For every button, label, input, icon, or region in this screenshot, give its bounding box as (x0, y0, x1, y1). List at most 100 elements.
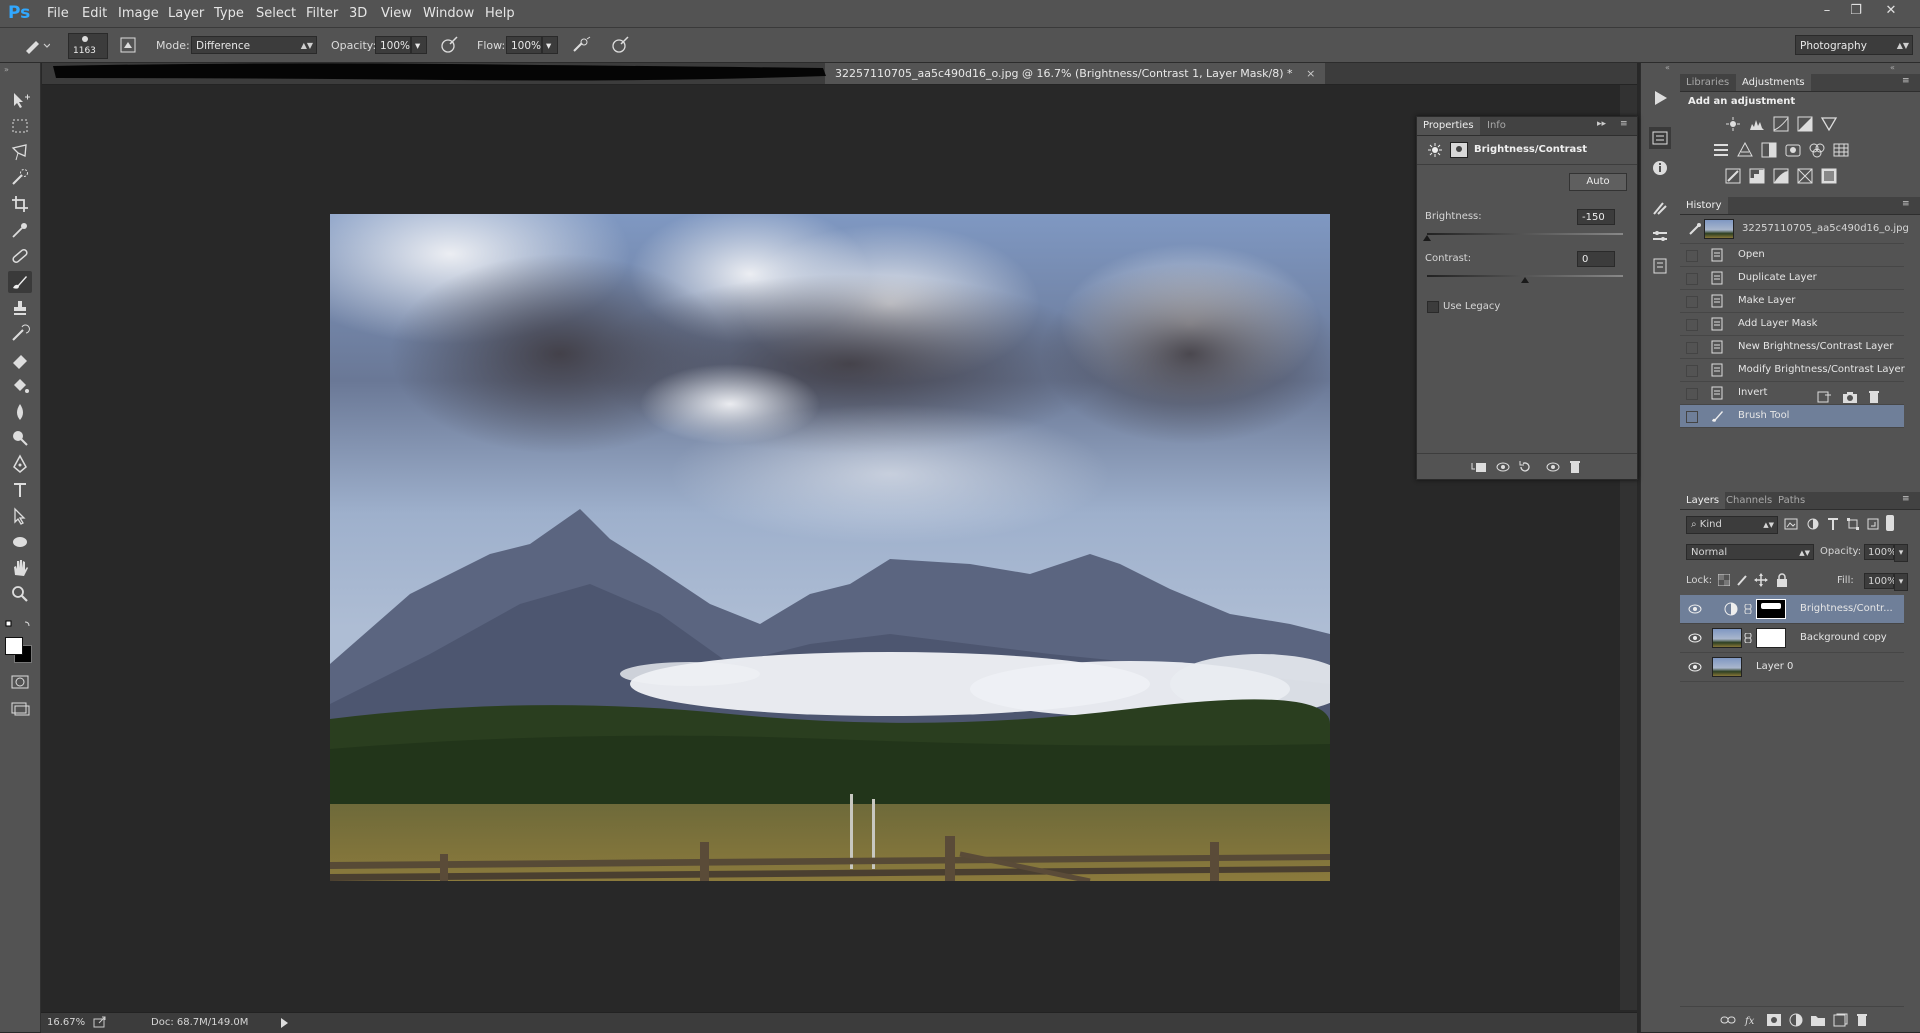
brightness-slider-thumb[interactable] (1423, 235, 1431, 241)
brush-presets-icon[interactable] (1649, 197, 1671, 219)
move-tool-icon[interactable] (8, 89, 32, 111)
history-source-checkbox[interactable] (1686, 250, 1698, 262)
eye-visibility-icon[interactable] (1688, 632, 1702, 644)
quick-mask-icon[interactable] (8, 671, 32, 693)
chevron-down-icon[interactable]: ▾ (1894, 573, 1908, 591)
lock-all-icon[interactable] (1776, 573, 1788, 587)
marquee-tool-icon[interactable] (8, 115, 32, 137)
actions-play-icon[interactable] (1649, 87, 1671, 109)
airbrush-icon[interactable] (570, 35, 592, 55)
brightness-input[interactable]: -150 (1577, 209, 1615, 225)
eye-visibility-icon[interactable] (1688, 603, 1702, 615)
fill-input[interactable]: 100% (1864, 573, 1897, 589)
hue-saturation-adjustment-icon[interactable] (1712, 142, 1730, 158)
history-step[interactable]: Modify Brightness/Contrast Layer (1680, 359, 1905, 382)
posterize-adjustment-icon[interactable] (1748, 168, 1766, 184)
history-step[interactable]: Make Layer (1680, 290, 1904, 313)
blend-mode-dropdown[interactable]: Normal ▲▼ (1686, 544, 1814, 560)
filter-type-layers-icon[interactable] (1826, 517, 1840, 531)
quick-selection-tool-icon[interactable] (8, 167, 32, 189)
filter-toggle-switch[interactable] (1886, 515, 1894, 531)
clip-to-layer-icon[interactable] (1471, 460, 1487, 474)
channel-mixer-adjustment-icon[interactable] (1808, 142, 1826, 158)
chain-link-icon[interactable] (1744, 604, 1752, 614)
history-source-checkbox[interactable] (1686, 411, 1698, 423)
use-legacy-checkbox[interactable] (1427, 301, 1439, 313)
dodge-tool-icon[interactable] (8, 427, 32, 449)
gradient-map-adjustment-icon[interactable] (1820, 168, 1838, 184)
default-colors-icon[interactable] (5, 619, 33, 631)
panel-menu-icon[interactable]: ≡ (1902, 76, 1910, 86)
tab-channels[interactable]: Channels (1720, 492, 1778, 509)
close-tab-icon[interactable]: × (1306, 67, 1315, 80)
brush-tool-icon[interactable] (8, 271, 32, 293)
brush-size-picker[interactable]: 1163 (68, 33, 108, 59)
menu-image[interactable]: Image (118, 5, 159, 23)
blur-tool-icon[interactable] (8, 401, 32, 423)
minimize-button[interactable]: – (1814, 2, 1840, 20)
menu-help[interactable]: Help (485, 5, 515, 23)
hand-tool-icon[interactable] (8, 557, 32, 579)
paint-bucket-tool-icon[interactable] (8, 375, 32, 397)
menu-layer[interactable]: Layer (168, 5, 204, 23)
brush-preset-icon[interactable] (22, 35, 50, 55)
chain-link-icon[interactable] (1744, 633, 1752, 643)
tab-adjustments[interactable]: Adjustments (1736, 74, 1811, 91)
healing-brush-tool-icon[interactable] (8, 245, 32, 267)
ellipse-tool-icon[interactable] (8, 531, 32, 553)
history-source-checkbox[interactable] (1686, 365, 1698, 377)
lock-transparent-pixels-icon[interactable] (1718, 574, 1730, 586)
layer-mask-icon[interactable] (1450, 142, 1468, 158)
tab-layers[interactable]: Layers (1680, 492, 1726, 509)
share-icon[interactable] (93, 1016, 107, 1028)
contrast-slider-thumb[interactable] (1521, 277, 1529, 283)
history-step[interactable]: Open (1680, 244, 1904, 267)
view-previous-state-icon[interactable] (1495, 460, 1511, 474)
invert-adjustment-icon[interactable] (1724, 168, 1742, 184)
layer-row[interactable]: Brightness/Contr... (1680, 595, 1904, 624)
history-source-checkbox[interactable] (1686, 296, 1698, 308)
selective-color-adjustment-icon[interactable] (1796, 168, 1814, 184)
delete-layer-trash-icon[interactable] (1854, 1013, 1870, 1027)
restore-button[interactable]: ❐ (1843, 2, 1869, 20)
tab-properties[interactable]: Properties (1417, 117, 1480, 135)
brush-panel-toggle-icon[interactable] (118, 35, 140, 55)
pen-tool-icon[interactable] (8, 453, 32, 475)
crop-tool-icon[interactable] (8, 193, 32, 215)
new-adjustment-layer-icon[interactable] (1788, 1013, 1804, 1027)
workspace-dropdown[interactable]: Photography ▲▼ (1795, 35, 1913, 55)
add-mask-icon[interactable] (1766, 1013, 1782, 1027)
screen-mode-icon[interactable] (8, 697, 32, 719)
history-source-checkbox[interactable] (1686, 319, 1698, 331)
zoom-tool-icon[interactable] (8, 583, 32, 605)
layer-mask-thumbnail[interactable] (1756, 599, 1786, 619)
eraser-tool-icon[interactable] (8, 349, 32, 371)
layer-opacity-input[interactable]: 100% (1864, 544, 1897, 560)
opacity-field[interactable]: 100% (375, 36, 411, 54)
menu-edit[interactable]: Edit (82, 5, 107, 23)
lasso-tool-icon[interactable] (8, 141, 32, 163)
snapshot-camera-icon[interactable] (1842, 390, 1858, 404)
panel-menu-icon[interactable]: ≡ (1902, 494, 1910, 504)
clone-source-icon[interactable] (1649, 255, 1671, 277)
collapse-toolbar-icon[interactable]: » (4, 65, 9, 74)
filter-adjustment-layers-icon[interactable] (1806, 517, 1820, 531)
exposure-adjustment-icon[interactable] (1796, 116, 1814, 132)
new-group-folder-icon[interactable] (1810, 1013, 1826, 1027)
new-document-from-state-icon[interactable] (1816, 390, 1832, 404)
eye-visibility-icon[interactable] (1688, 661, 1702, 673)
collapse-column-icon[interactable]: « (1890, 63, 1895, 72)
tab-libraries[interactable]: Libraries (1680, 74, 1735, 91)
history-step-selected[interactable]: Brush Tool (1680, 405, 1904, 428)
visibility-eye-icon[interactable] (1545, 460, 1561, 474)
foreground-color-swatch[interactable] (5, 637, 23, 655)
reset-icon[interactable] (1517, 460, 1533, 474)
delete-trash-icon[interactable] (1567, 460, 1583, 474)
auto-button[interactable]: Auto (1569, 173, 1627, 191)
contrast-input[interactable]: 0 (1577, 251, 1615, 267)
properties-icon[interactable] (1649, 127, 1671, 149)
menu-type[interactable]: Type (214, 5, 244, 23)
menu-filter[interactable]: Filter (306, 5, 338, 23)
brightness-adjustment-icon[interactable] (1724, 116, 1742, 132)
layer-row[interactable]: Background copy (1680, 624, 1904, 653)
